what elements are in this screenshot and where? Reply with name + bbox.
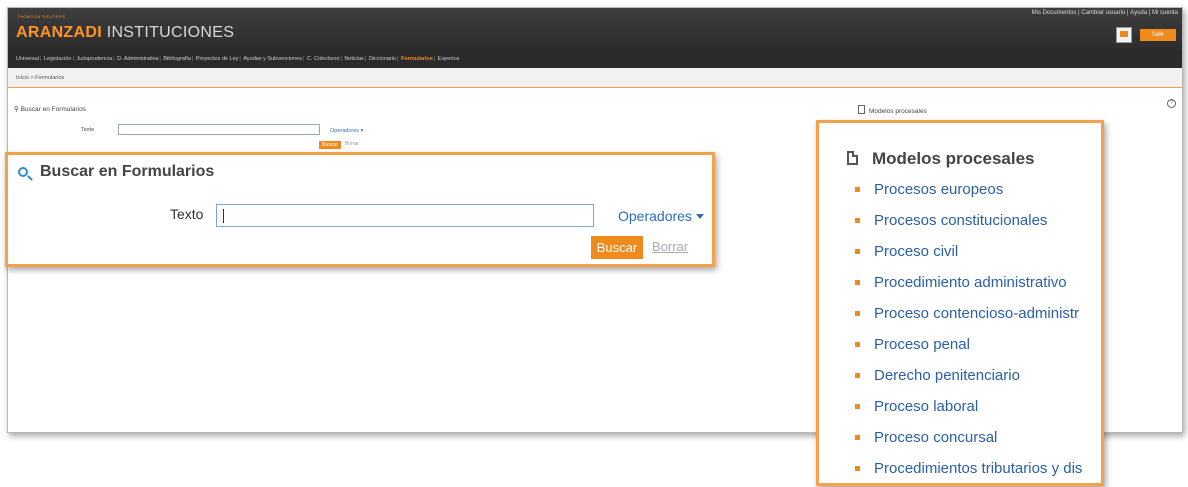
- top-links: Mis Documentos | Cambiar usuario | Ayuda…: [1031, 10, 1178, 16]
- nav-item-diccionario[interactable]: Diccionario: [368, 50, 397, 68]
- nav-item-formularios[interactable]: Formularios: [400, 50, 434, 68]
- models-title: Modelos procesales: [847, 149, 1035, 169]
- top-link-documents[interactable]: Mis Documentos: [1032, 10, 1077, 16]
- top-link-change-user[interactable]: Cambiar usuario: [1081, 10, 1125, 16]
- breadcrumb[interactable]: Inicio > Formularios: [8, 68, 1182, 88]
- chevron-down-icon: [695, 214, 704, 219]
- brand-suffix: INSTITUCIONES: [101, 24, 235, 41]
- search-panel-zoom: Buscar en Formularios Texto Operadores B…: [5, 152, 715, 267]
- main-nav: Universal| Legislación| Jurisprudencia| …: [8, 50, 1182, 68]
- search-input[interactable]: [216, 204, 594, 227]
- top-link-help[interactable]: Ayuda: [1130, 10, 1147, 16]
- search-button-small[interactable]: Buscar: [319, 141, 341, 149]
- brand-aranzadi: ARANZADI: [16, 24, 102, 41]
- search-button[interactable]: Buscar: [591, 236, 643, 259]
- bullet-icon: [855, 466, 860, 471]
- list-item[interactable]: Procedimientos tributarios y dis: [855, 459, 1082, 483]
- nav-item-universal[interactable]: Universal: [15, 50, 40, 68]
- list-item[interactable]: Proceso contencioso-administr: [855, 304, 1082, 335]
- nav-item-proyectos-de-ley[interactable]: Proyectos de Ley: [195, 50, 240, 68]
- list-item[interactable]: Derecho penitenciario: [855, 366, 1082, 397]
- document-icon: [847, 151, 858, 165]
- clear-button-small[interactable]: Borrar: [345, 141, 359, 147]
- search-title: Buscar en Formularios: [18, 163, 214, 181]
- search-field-label: Texto: [170, 206, 204, 222]
- nav-item-jurisprudencia[interactable]: Jurisprudencia: [75, 50, 113, 68]
- brand-logo[interactable]: ARANZADI INSTITUCIONES: [16, 24, 234, 42]
- bullet-icon: [855, 435, 860, 440]
- operators-dropdown[interactable]: Operadores: [618, 208, 704, 224]
- models-panel-zoom: Modelos procesales Procesos europeos Pro…: [816, 120, 1104, 486]
- bullet-icon: [855, 404, 860, 409]
- logout-button[interactable]: Salir: [1140, 29, 1176, 41]
- document-icon[interactable]: [1116, 27, 1132, 43]
- bullet-icon: [855, 218, 860, 223]
- nav-item-c-colectivos[interactable]: C. Colectivos: [306, 50, 340, 68]
- nav-item-bibliografia[interactable]: Bibliografía: [162, 50, 192, 68]
- search-input-small[interactable]: [118, 124, 320, 135]
- bullet-icon: [855, 187, 860, 192]
- list-item[interactable]: Proceso civil: [855, 242, 1082, 273]
- bullet-icon: [855, 280, 860, 285]
- models-title-small: Modelos procesales: [858, 105, 927, 115]
- list-item[interactable]: Procedimiento administrativo: [855, 273, 1082, 304]
- bullet-icon: [855, 342, 860, 347]
- brand-tagline: THOMSON REUTERS: [17, 14, 66, 19]
- magnifier-icon: [18, 167, 28, 177]
- operators-link-small[interactable]: Operadores ▾: [330, 128, 363, 134]
- bullet-icon: [855, 373, 860, 378]
- clear-button[interactable]: Borrar: [652, 239, 688, 254]
- nav-item-d-administrativa[interactable]: D. Administrativa: [116, 50, 159, 68]
- nav-item-legislacion[interactable]: Legislación: [43, 50, 73, 68]
- list-item[interactable]: Proceso penal: [855, 335, 1082, 366]
- list-item[interactable]: Procesos europeos: [855, 180, 1082, 211]
- bullet-icon: [855, 249, 860, 254]
- models-list: Procesos europeos Procesos constituciona…: [855, 180, 1082, 483]
- help-icon[interactable]: ?: [1167, 99, 1176, 108]
- document-icon: [858, 105, 865, 114]
- nav-item-noticias[interactable]: Noticias: [343, 50, 365, 68]
- list-item[interactable]: Proceso laboral: [855, 397, 1082, 428]
- list-item[interactable]: Procesos constitucionales: [855, 211, 1082, 242]
- top-link-account[interactable]: Mi cuenta: [1152, 10, 1178, 16]
- bullet-icon: [855, 311, 860, 316]
- nav-item-expertos[interactable]: Expertos: [437, 50, 461, 68]
- nav-item-ayudas[interactable]: Ayudas y Subvenciones: [242, 50, 303, 68]
- list-item[interactable]: Proceso concursal: [855, 428, 1082, 459]
- top-header: THOMSON REUTERS ARANZADI INSTITUCIONES M…: [8, 8, 1182, 50]
- search-label-small: Texto: [81, 127, 95, 133]
- search-section-title-small: ⚲ Buscar en Formularios: [14, 106, 86, 113]
- text-caret: [223, 209, 224, 223]
